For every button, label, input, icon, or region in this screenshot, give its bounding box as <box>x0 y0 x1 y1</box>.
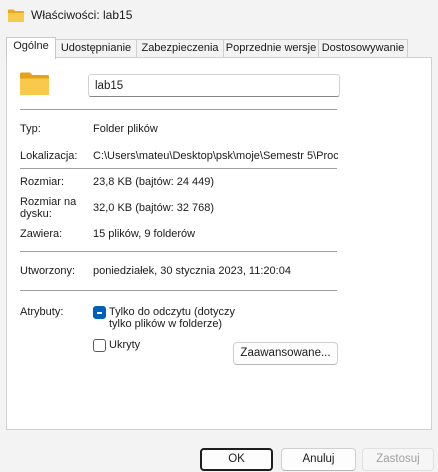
readonly-label-line2: tylko plików w folderze) <box>109 318 223 330</box>
type-label: Typ: <box>20 123 41 135</box>
contains-label: Zawiera: <box>20 228 63 240</box>
separator <box>20 290 337 291</box>
cancel-button[interactable]: Anuluj <box>281 448 356 471</box>
contains-value: 15 plików, 9 folderów <box>93 228 196 240</box>
folder-icon <box>20 72 49 95</box>
folder-icon <box>8 9 24 22</box>
folder-name-input[interactable] <box>88 74 340 97</box>
tab-ogolne[interactable]: Ogólne <box>6 37 56 59</box>
type-value: Folder plików <box>93 123 158 135</box>
size-value: 23,8 KB (bajtów: 24 449) <box>93 176 215 188</box>
separator <box>20 109 337 110</box>
size-label: Rozmiar: <box>20 176 65 188</box>
window-title: Właściwości: lab15 <box>31 8 133 22</box>
tab-zabezpieczenia[interactable]: Zabezpieczenia <box>136 39 224 57</box>
disk-size-label-line2: dysku: <box>20 208 52 220</box>
location-label: Lokalizacja: <box>20 150 78 162</box>
disk-size-value: 32,0 KB (bajtów: 32 768) <box>93 202 215 214</box>
created-label: Utworzony: <box>20 265 76 277</box>
tab-dostosowywanie[interactable]: Dostosowywanie <box>318 39 408 57</box>
tab-strip: Ogólne Udostępnianie Zabezpieczenia Popr… <box>6 37 432 59</box>
readonly-checkbox[interactable] <box>93 306 106 319</box>
general-panel <box>6 57 432 430</box>
location-value[interactable]: C:\Users\mateu\Desktop\psk\moje\Semestr … <box>93 150 338 163</box>
hidden-checkbox[interactable] <box>93 339 106 352</box>
separator <box>20 251 337 252</box>
created-value: poniedziałek, 30 stycznia 2023, 11:20:04 <box>93 265 291 277</box>
tab-poprzednie-wersje[interactable]: Poprzednie wersje <box>223 39 319 57</box>
ok-button[interactable]: OK <box>200 448 273 471</box>
advanced-button[interactable]: Zaawansowane... <box>233 342 338 365</box>
attributes-label: Atrybuty: <box>20 306 64 318</box>
tab-udostepnianie[interactable]: Udostępnianie <box>55 39 137 57</box>
apply-button[interactable]: Zastosuj <box>362 448 434 471</box>
hidden-label: Ukryty <box>109 339 141 351</box>
title-bar: Właściwości: lab15 <box>0 0 438 32</box>
separator <box>20 168 337 169</box>
